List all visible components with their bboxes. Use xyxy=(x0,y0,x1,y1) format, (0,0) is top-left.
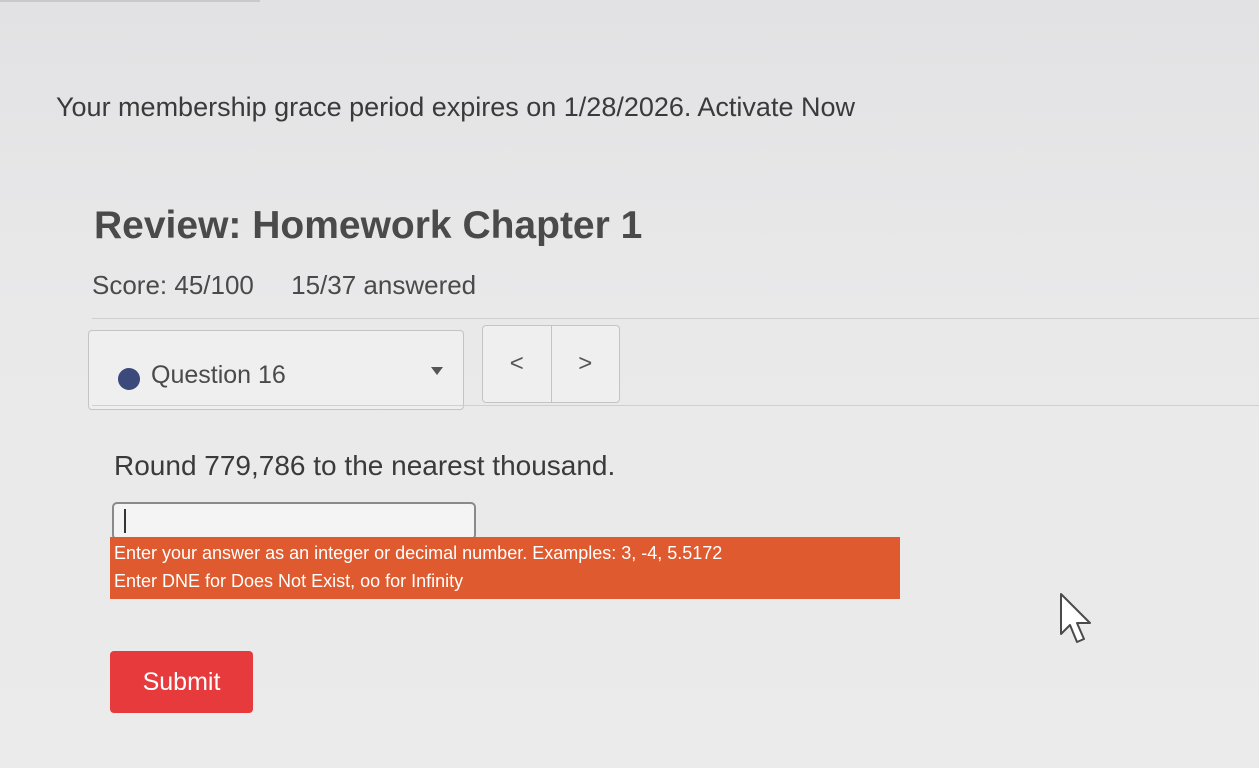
hint-line-format: Enter your answer as an integer or decim… xyxy=(114,543,723,563)
question-select-label: Question 16 xyxy=(151,361,286,389)
banner-text: Your membership grace period expires on … xyxy=(56,92,692,122)
chevron-right-icon: > xyxy=(578,350,593,377)
answered-count: 15/37 answered xyxy=(291,270,477,300)
membership-banner: Your membership grace period expires on … xyxy=(56,92,855,123)
text-caret xyxy=(124,509,126,533)
activate-now-link[interactable]: Activate Now xyxy=(697,92,855,122)
question-nav-group: < > xyxy=(482,325,620,403)
page-title: Review: Homework Chapter 1 xyxy=(94,204,643,247)
next-question-button[interactable]: > xyxy=(552,326,620,402)
question-status-dot xyxy=(118,368,140,390)
divider xyxy=(92,318,1259,319)
question-select[interactable]: Question 16 xyxy=(88,330,464,410)
question-prompt: Round 779,786 to the nearest thousand. xyxy=(114,450,616,481)
score-row: Score: 45/100 15/37 answered xyxy=(92,270,476,301)
top-divider xyxy=(0,0,260,2)
divider xyxy=(92,405,1259,406)
score-text: Score: 45/100 xyxy=(92,270,254,300)
page: Your membership grace period expires on … xyxy=(0,0,1259,768)
chevron-left-icon: < xyxy=(509,350,524,377)
answer-input[interactable] xyxy=(112,502,476,540)
hint-line-special: Enter DNE for Does Not Exist, oo for Inf… xyxy=(114,571,464,591)
previous-question-button[interactable]: < xyxy=(483,326,552,402)
answer-format-hint: Enter your answer as an integer or decim… xyxy=(110,537,900,599)
submit-button[interactable]: Submit xyxy=(110,651,253,713)
mouse-pointer-icon xyxy=(1060,593,1091,643)
chevron-down-icon xyxy=(431,367,443,375)
